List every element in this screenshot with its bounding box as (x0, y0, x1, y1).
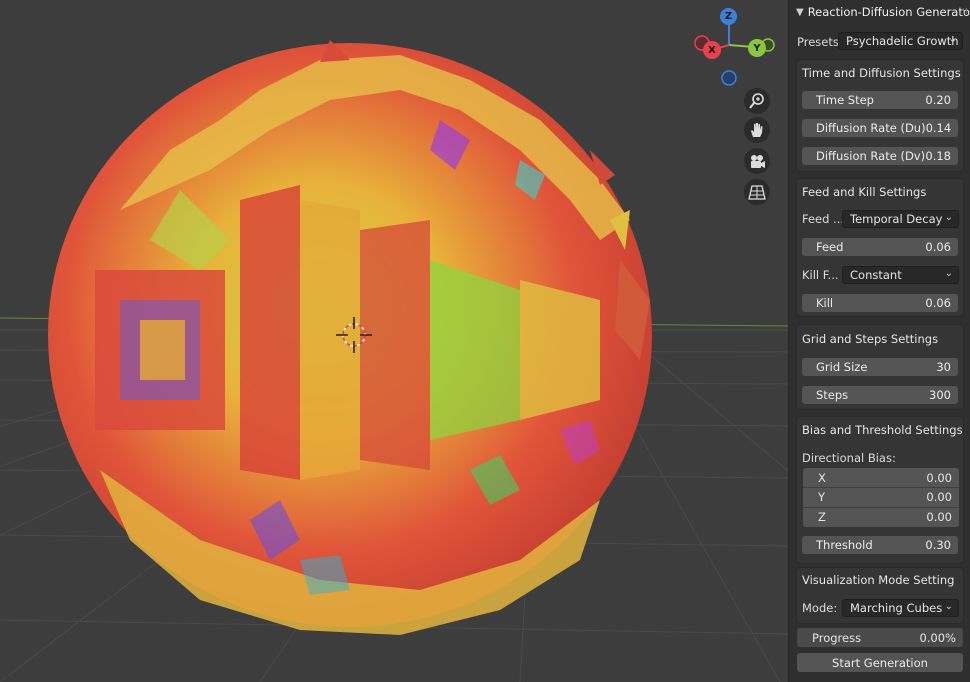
field-label: Feed (816, 240, 844, 254)
time-step-field[interactable]: Time Step 0.20 (802, 91, 958, 109)
field-value: 0.14 (925, 121, 952, 135)
feed-field[interactable]: Feed 0.06 (802, 238, 958, 256)
field-label: Diffusion Rate (Dv) (816, 149, 926, 163)
field-value: 0.18 (925, 149, 951, 163)
kill-mode-dropdown[interactable]: Constant ⌄ (842, 266, 959, 284)
neg-z-axis-handle (721, 70, 737, 86)
drag-grip-icon[interactable] (963, 8, 969, 14)
field-label: Y (818, 490, 826, 504)
x-axis-label: X (708, 44, 716, 56)
mode-label: Mode: (802, 601, 838, 615)
field-label: Steps (816, 388, 849, 402)
chevron-down-icon: ⌄ (944, 212, 953, 223)
field-value: 0.00 (926, 510, 952, 524)
z-axis-handle[interactable]: Z (720, 8, 737, 25)
progress-value: 0.00% (919, 630, 956, 645)
visualization-section: Visualization Mode Setting Mode: Marchin… (796, 567, 964, 624)
field-label: Grid Size (816, 360, 868, 374)
mode-value: Marching Cubes (850, 601, 943, 615)
field-value: 0.30 (925, 538, 951, 552)
feed-mode-value: Temporal Decay (850, 212, 943, 226)
y-axis-label: Y (753, 42, 761, 54)
panel-header[interactable]: ▼ Reaction-Diffusion Generator (789, 0, 970, 24)
start-generation-label: Start Generation (832, 655, 928, 670)
progress-label: Progress (812, 630, 862, 645)
kill-field[interactable]: Kill 0.06 (802, 294, 958, 312)
bias-x-field[interactable]: X 0.00 (803, 468, 959, 487)
zoom-icon (749, 93, 764, 109)
field-label: Kill (816, 296, 834, 310)
time-diffusion-section: Time and Diffusion Settings Time Step 0.… (796, 59, 964, 172)
reaction-diffusion-mesh (48, 40, 652, 635)
chevron-down-icon: ⌄ (944, 268, 953, 279)
field-label: X (818, 470, 826, 485)
section-title: Time and Diffusion Settings (802, 66, 961, 80)
field-value: 0.20 (925, 93, 951, 107)
mode-dropdown[interactable]: Marching Cubes ⌄ (842, 599, 959, 617)
chevron-down-icon: ⌄ (944, 601, 953, 612)
presets-row: Presets: (797, 34, 843, 50)
camera-icon (751, 155, 765, 168)
3d-viewport[interactable]: Z X Y (0, 0, 788, 682)
presets-label: Presets: (797, 35, 843, 49)
section-title: Feed and Kill Settings (802, 185, 927, 199)
field-label: Threshold (816, 538, 873, 552)
zoom-button[interactable] (744, 88, 770, 114)
feed-mode-dropdown[interactable]: Temporal Decay ⌄ (842, 210, 959, 228)
sidebar-panel: ▼ Reaction-Diffusion Generator Presets: … (788, 0, 970, 682)
directional-bias-vector: X 0.00 Y 0.00 Z 0.00 (803, 468, 959, 527)
grid-size-field[interactable]: Grid Size 30 (802, 358, 958, 376)
field-value: 0.00 (926, 470, 952, 485)
presets-dropdown[interactable]: Psychadelic Growth ⌄ (838, 32, 963, 50)
directional-bias-label: Directional Bias: (802, 451, 896, 465)
panel-title: Reaction-Diffusion Generator (807, 5, 970, 19)
perspective-toggle-button[interactable] (744, 179, 770, 205)
field-label: Diffusion Rate (Du) (816, 121, 926, 135)
grid-steps-section: Grid and Steps Settings Grid Size 30 Ste… (796, 324, 964, 410)
progress-bar: Progress 0.00% (797, 628, 963, 647)
start-generation-button[interactable]: Start Generation (797, 653, 963, 672)
presets-value: Psychadelic Growth (846, 34, 959, 48)
hand-icon (751, 123, 763, 137)
threshold-field[interactable]: Threshold 0.30 (802, 536, 958, 554)
pan-button[interactable] (744, 117, 770, 143)
chevron-down-icon[interactable]: ▼ (796, 7, 804, 18)
chevron-down-icon: ⌄ (948, 34, 957, 45)
viewport-scene (0, 40, 788, 682)
steps-field[interactable]: Steps 300 (802, 386, 958, 404)
field-value: 0.00 (926, 490, 952, 504)
field-value: 0.06 (925, 240, 951, 254)
bias-threshold-section: Bias and Threshold Settings Directional … (796, 416, 964, 564)
grid-icon (748, 185, 766, 200)
field-value: 0.06 (925, 296, 951, 310)
field-value: 30 (936, 360, 951, 374)
section-title: Grid and Steps Settings (802, 332, 939, 346)
field-label: Time Step (816, 93, 874, 107)
field-value: 300 (929, 388, 951, 402)
z-axis-label: Z (724, 11, 733, 22)
feed-mode-label: Feed ... (802, 212, 845, 226)
bias-z-field[interactable]: Z 0.00 (803, 507, 959, 526)
section-title: Bias and Threshold Settings (802, 423, 963, 437)
bias-y-field[interactable]: Y 0.00 (803, 487, 959, 506)
diffusion-dv-field[interactable]: Diffusion Rate (Dv) 0.18 (802, 147, 958, 165)
x-axis-handle[interactable]: X (703, 41, 721, 59)
kill-mode-label: Kill F... (802, 268, 839, 282)
diffusion-du-field[interactable]: Diffusion Rate (Du) 0.14 (802, 119, 958, 137)
camera-view-button[interactable] (744, 148, 770, 174)
section-title: Visualization Mode Setting (802, 573, 955, 587)
y-axis-handle[interactable]: Y (748, 39, 766, 57)
field-label: Z (818, 510, 826, 524)
feed-kill-section: Feed and Kill Settings Feed ... Temporal… (796, 178, 964, 317)
kill-mode-value: Constant (850, 268, 902, 282)
